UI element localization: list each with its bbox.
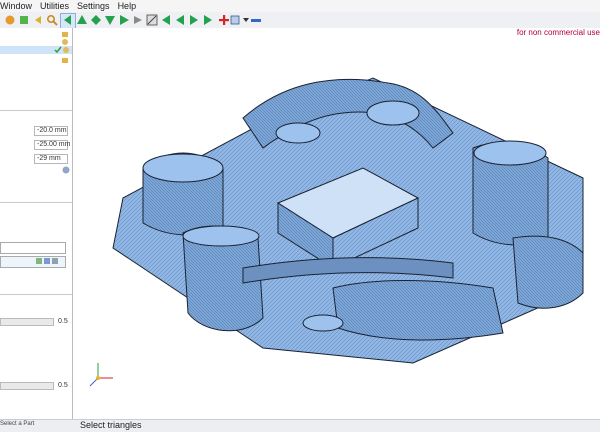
gray-arrow-icon[interactable] (132, 14, 144, 26)
axis-triad (89, 363, 113, 387)
value-field-3[interactable]: -29 mm (34, 154, 68, 164)
menu-bar: Window Utilities Settings Help (0, 0, 600, 12)
3d-model[interactable] (73, 28, 600, 419)
slider-b[interactable] (0, 382, 54, 390)
slider-a[interactable] (0, 318, 54, 326)
search-icon[interactable] (46, 14, 58, 26)
menu-help[interactable]: Help (118, 1, 137, 11)
folder-icon (62, 58, 68, 63)
toolbar (0, 12, 600, 29)
menu-utilities[interactable]: Utilities (40, 1, 69, 11)
orange-circle-icon[interactable] (4, 14, 16, 26)
green-triangle-right-icon[interactable] (188, 14, 200, 26)
gear-icon (62, 39, 68, 45)
selection-options (0, 204, 72, 294)
viewport-watermark-text: for non commercial use (516, 28, 600, 37)
value-2: -25.00 mm (37, 141, 71, 148)
menu-window[interactable]: Window (0, 1, 32, 11)
green-triangle-right-2-icon[interactable] (202, 14, 214, 26)
tree-row[interactable] (0, 56, 72, 64)
red-plus-icon[interactable] (218, 14, 230, 26)
dropdown-field[interactable] (0, 242, 66, 254)
tree-row-selected[interactable] (0, 46, 72, 54)
value-field-1[interactable]: -20.0 mm (34, 126, 68, 136)
check-icon (54, 46, 62, 54)
blue-bar-icon[interactable] (250, 14, 262, 26)
green-triangle-left-icon[interactable] (160, 14, 172, 26)
value-3: -29 mm (37, 155, 61, 162)
left-panel: -20.0 mm -25.00 mm -29 mm 0.5 0.5 (0, 28, 73, 419)
slider-b-value: 0.5 (58, 382, 68, 389)
green-triangle-left-2-icon[interactable] (174, 14, 186, 26)
green-arrow-right-icon[interactable] (118, 14, 130, 26)
tree-row[interactable] (0, 38, 72, 46)
green-diamond-icon[interactable] (90, 14, 102, 26)
menu-settings[interactable]: Settings (77, 1, 110, 11)
value-1: -20.0 mm (37, 127, 67, 134)
slider-a-value: 0.5 (58, 318, 68, 325)
tree-row[interactable] (0, 30, 72, 38)
green-arrow-left-icon[interactable] (62, 14, 74, 26)
3d-viewport[interactable]: for non commercial use (73, 28, 600, 419)
color-swatches[interactable] (34, 256, 66, 266)
position-fields: -20.0 mm -25.00 mm -29 mm (0, 112, 72, 174)
green-arrow-up-icon[interactable] (76, 14, 88, 26)
gear-icon (63, 47, 69, 53)
status-bar: Select a Part Select triangles (0, 419, 600, 432)
select-all-icon[interactable] (146, 14, 158, 26)
parts-tree (0, 28, 72, 110)
folder-icon (62, 32, 68, 37)
slider-section: 0.5 0.5 (0, 296, 72, 406)
green-rect-icon[interactable] (18, 14, 30, 26)
value-field-2[interactable]: -25.00 mm (34, 140, 71, 150)
status-main-text: Select triangles (80, 420, 142, 430)
help-icon[interactable] (62, 166, 70, 174)
status-left-text: Select a Part (0, 421, 35, 427)
green-arrow-down-icon[interactable] (104, 14, 116, 26)
yellow-left-arrow-icon[interactable] (32, 14, 44, 26)
